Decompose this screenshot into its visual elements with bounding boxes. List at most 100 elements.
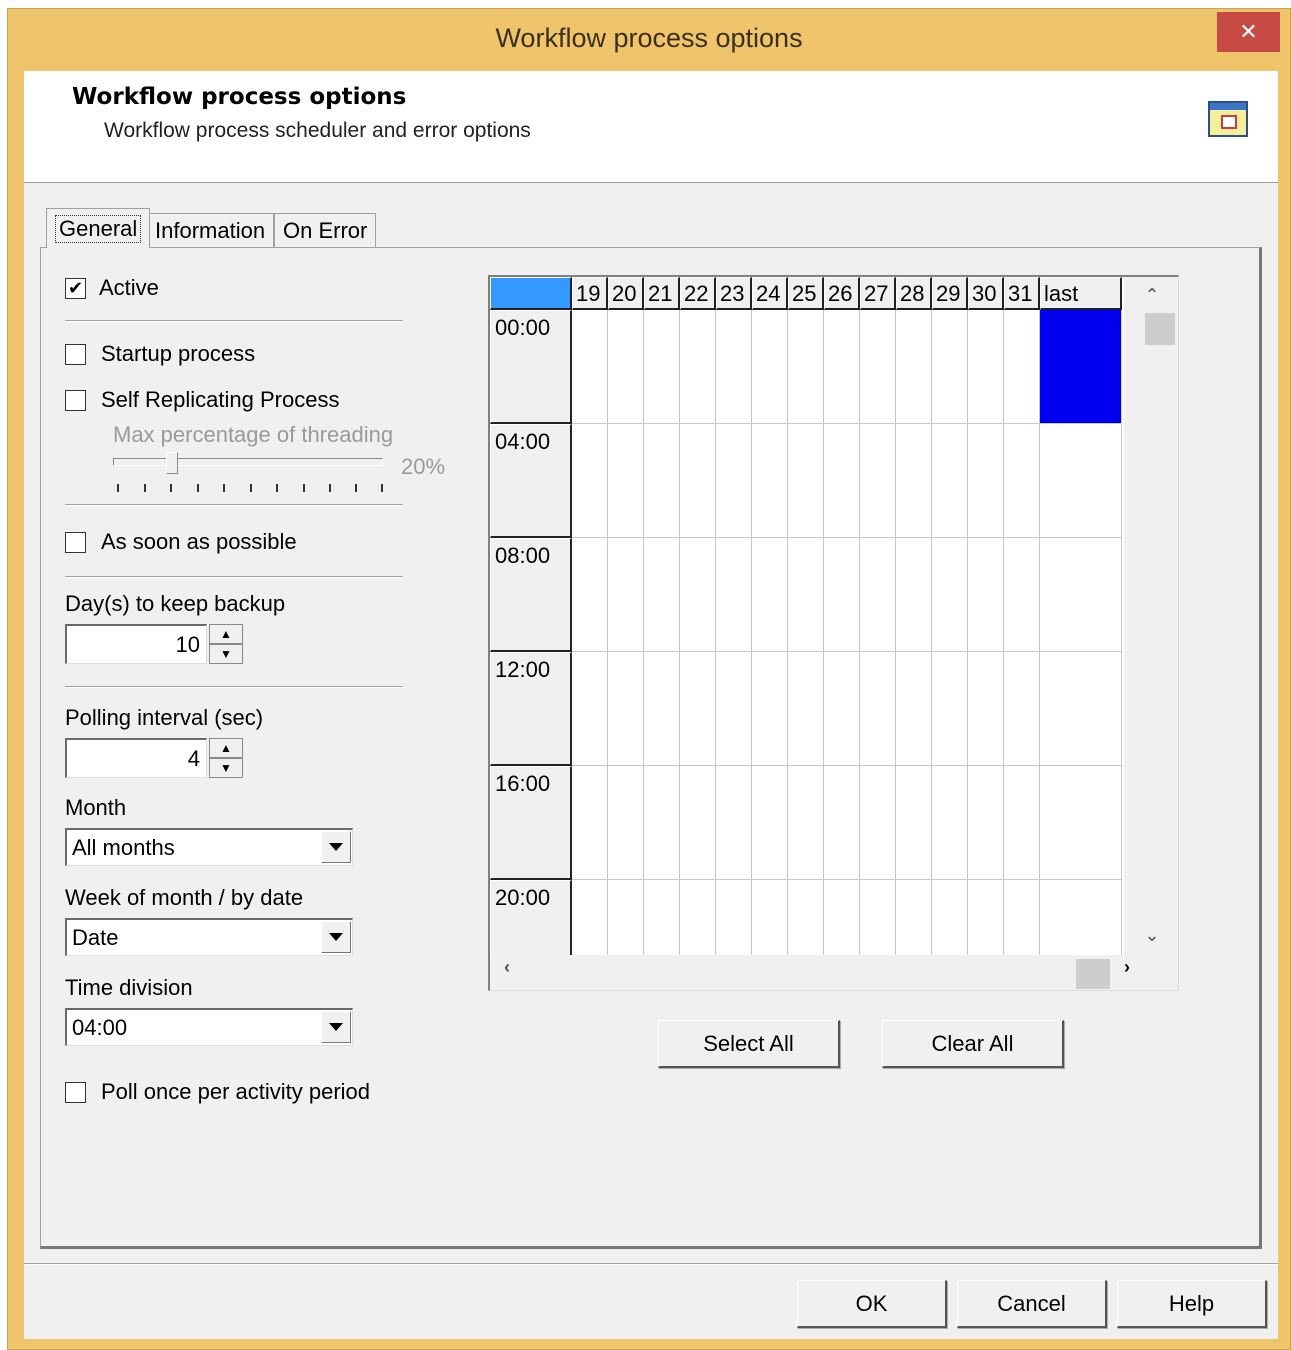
grid-column-header[interactable]: 25 xyxy=(788,277,824,310)
active-checkbox[interactable]: ✔ xyxy=(65,278,86,299)
grid-cell[interactable] xyxy=(1040,424,1122,538)
grid-column-header[interactable]: 26 xyxy=(824,277,860,310)
grid-column-header[interactable]: 30 xyxy=(968,277,1004,310)
grid-cell[interactable] xyxy=(788,538,824,652)
grid-cell[interactable] xyxy=(896,424,932,538)
grid-column-header[interactable]: 24 xyxy=(752,277,788,310)
grid-cell[interactable] xyxy=(644,310,680,424)
grid-cell[interactable] xyxy=(896,538,932,652)
grid-cell[interactable] xyxy=(608,424,644,538)
chevron-down-icon[interactable] xyxy=(321,1011,351,1043)
grid-cell[interactable] xyxy=(932,652,968,766)
help-button[interactable]: Help xyxy=(1117,1280,1267,1328)
grid-cell[interactable] xyxy=(608,310,644,424)
chevron-down-icon[interactable] xyxy=(321,921,351,953)
grid-row-header[interactable]: 04:00 xyxy=(490,424,572,538)
spin-down-icon[interactable]: ▼ xyxy=(209,644,243,664)
vertical-scroll-thumb[interactable] xyxy=(1145,313,1175,345)
grid-cell[interactable] xyxy=(680,310,716,424)
clear-all-button[interactable]: Clear All xyxy=(882,1020,1064,1068)
grid-cell[interactable] xyxy=(788,652,824,766)
grid-cell[interactable] xyxy=(1004,538,1040,652)
grid-cell[interactable] xyxy=(644,652,680,766)
grid-cell[interactable] xyxy=(1004,310,1040,424)
cancel-button[interactable]: Cancel xyxy=(957,1280,1107,1328)
grid-cell[interactable] xyxy=(680,766,716,880)
grid-column-header[interactable]: last xyxy=(1040,277,1122,310)
grid-cell[interactable] xyxy=(788,766,824,880)
grid-cell[interactable] xyxy=(680,538,716,652)
tab-on-error[interactable]: On Error xyxy=(274,213,377,247)
spin-up-icon[interactable]: ▲ xyxy=(209,624,243,644)
grid-cell[interactable] xyxy=(824,766,860,880)
threading-slider-thumb[interactable] xyxy=(166,452,178,474)
grid-cell[interactable] xyxy=(824,310,860,424)
grid-cell[interactable] xyxy=(860,652,896,766)
grid-cell[interactable] xyxy=(788,310,824,424)
grid-cell[interactable] xyxy=(1004,652,1040,766)
grid-cell[interactable] xyxy=(968,766,1004,880)
grid-cell[interactable] xyxy=(572,538,608,652)
grid-cell[interactable] xyxy=(860,538,896,652)
grid-row-header[interactable]: 08:00 xyxy=(490,538,572,652)
grid-cell[interactable] xyxy=(932,310,968,424)
grid-cell[interactable] xyxy=(896,652,932,766)
spin-down-icon[interactable]: ▼ xyxy=(209,758,243,778)
grid-cell[interactable] xyxy=(752,424,788,538)
scroll-right-icon[interactable]: › xyxy=(1110,957,1144,978)
grid-cell[interactable] xyxy=(716,424,752,538)
chevron-down-icon[interactable] xyxy=(321,831,351,863)
grid-column-header[interactable]: 29 xyxy=(932,277,968,310)
grid-cell[interactable] xyxy=(860,424,896,538)
grid-cell[interactable] xyxy=(932,766,968,880)
ok-button[interactable]: OK xyxy=(797,1280,947,1328)
grid-cell[interactable] xyxy=(752,652,788,766)
grid-corner-cell[interactable] xyxy=(490,277,572,310)
grid-column-header[interactable]: 23 xyxy=(716,277,752,310)
grid-cell[interactable] xyxy=(1004,766,1040,880)
scroll-down-icon[interactable]: ⌄ xyxy=(1135,925,1169,946)
scroll-up-icon[interactable]: ⌃ xyxy=(1135,285,1169,306)
grid-cell[interactable] xyxy=(1040,766,1122,880)
grid-cell[interactable] xyxy=(968,310,1004,424)
asap-checkbox[interactable] xyxy=(65,532,86,553)
grid-cell[interactable] xyxy=(752,766,788,880)
grid-cell[interactable] xyxy=(1040,538,1122,652)
grid-column-header[interactable]: 27 xyxy=(860,277,896,310)
grid-cell[interactable] xyxy=(716,310,752,424)
grid-cell[interactable] xyxy=(1004,424,1040,538)
startup-process-checkbox[interactable] xyxy=(65,344,86,365)
grid-column-header[interactable]: 20 xyxy=(608,277,644,310)
grid-cell[interactable] xyxy=(896,310,932,424)
grid-cell[interactable] xyxy=(716,538,752,652)
grid-cell[interactable] xyxy=(644,424,680,538)
grid-cell[interactable] xyxy=(1040,652,1122,766)
grid-cell[interactable] xyxy=(968,424,1004,538)
horizontal-scroll-thumb[interactable] xyxy=(1076,959,1110,989)
grid-column-header[interactable]: 19 xyxy=(572,277,608,310)
schedule-grid[interactable]: 19 20 21 22 23 24 25 26 27 28 29 30 31 last 00:00 04:00… xyxy=(488,275,1179,991)
grid-cell[interactable] xyxy=(932,538,968,652)
grid-cell[interactable] xyxy=(680,652,716,766)
time-division-select[interactable]: 04:00 xyxy=(65,1008,353,1046)
threading-slider-track[interactable] xyxy=(113,458,383,466)
grid-cell[interactable] xyxy=(608,766,644,880)
grid-cell[interactable] xyxy=(608,652,644,766)
grid-column-header[interactable]: 28 xyxy=(896,277,932,310)
grid-cell[interactable] xyxy=(752,538,788,652)
title-bar[interactable]: Workflow process options ✕ xyxy=(8,9,1290,71)
spin-up-icon[interactable]: ▲ xyxy=(209,738,243,758)
grid-cell[interactable] xyxy=(644,766,680,880)
grid-cell[interactable] xyxy=(896,766,932,880)
vertical-scrollbar[interactable]: ⌃ ⌄ xyxy=(1124,277,1178,955)
grid-column-header[interactable]: 31 xyxy=(1004,277,1040,310)
grid-cell[interactable] xyxy=(860,310,896,424)
polling-interval-input[interactable]: 4 xyxy=(65,738,207,778)
grid-column-header[interactable]: 21 xyxy=(644,277,680,310)
scroll-left-icon[interactable]: ‹ xyxy=(490,957,524,978)
grid-cell[interactable] xyxy=(860,766,896,880)
grid-cell[interactable] xyxy=(824,538,860,652)
grid-cell[interactable] xyxy=(644,538,680,652)
horizontal-scrollbar[interactable]: ‹ › xyxy=(490,955,1178,990)
poll-once-checkbox[interactable] xyxy=(65,1082,86,1103)
